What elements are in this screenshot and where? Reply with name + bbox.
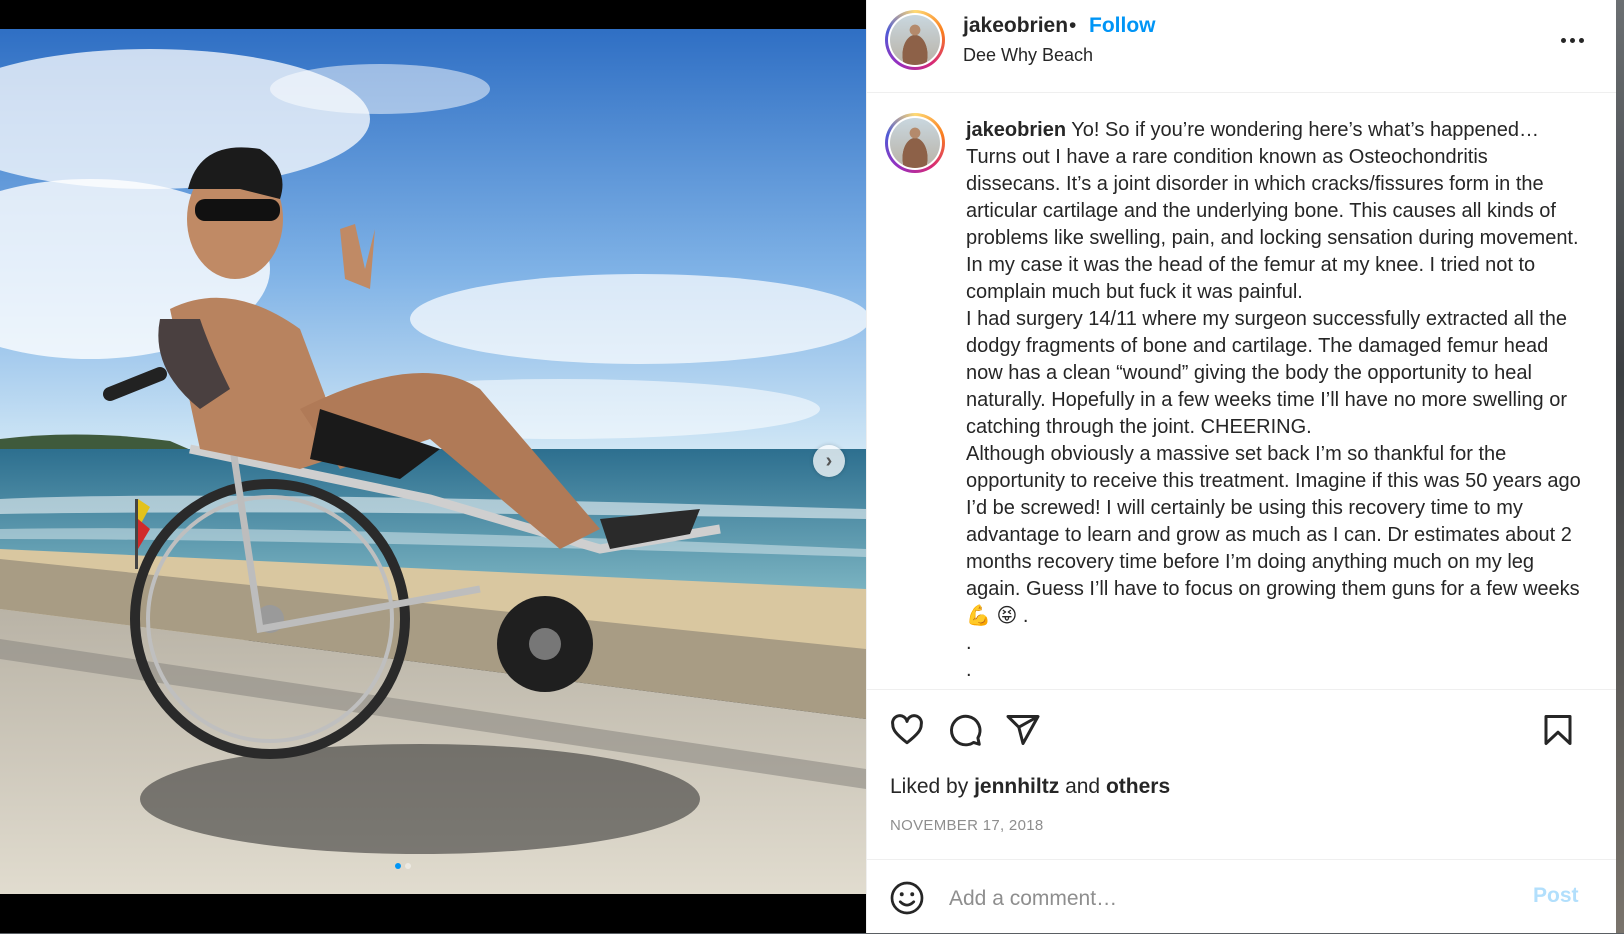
comment-icon[interactable] [947,712,983,748]
chevron-right-icon: › [825,449,833,472]
follow-button[interactable]: Follow [1089,14,1156,38]
likes-prefix: Liked by [890,775,975,798]
post-actions: Liked by jennhiltz and others NOVEMBER 1… [867,689,1616,860]
post-header: jakeobrien • Follow Dee Why Beach [867,0,1616,93]
caption-section: jakeobrien Yo! So if you’re wondering he… [867,93,1616,689]
post-media: › [0,0,866,933]
beach-wheelchair-photo [0,29,866,894]
post-date[interactable]: NOVEMBER 17, 2018 [890,817,1044,834]
post-side-panel: jakeobrien • Follow Dee Why Beach jakeob… [866,0,1616,933]
likes-middle: and [1059,775,1106,798]
avatar-frame [888,13,942,67]
liked-by-others[interactable]: others [1106,775,1170,798]
more-horizontal-icon[interactable] [1557,25,1587,55]
post-comment-button[interactable]: Post [1533,884,1579,908]
avatar-image [890,15,940,65]
post-location[interactable]: Dee Why Beach [963,45,1093,66]
bookmark-icon[interactable] [1540,712,1576,748]
smiley-icon[interactable] [889,880,925,916]
comment-input[interactable] [947,882,1511,916]
caption-avatar[interactable] [885,113,945,173]
page-backdrop [1615,0,1624,933]
post-photo[interactable] [0,29,866,894]
caption-text: Yo! So if you’re wondering here’s what’s… [966,119,1581,681]
send-icon[interactable] [1005,712,1041,748]
heart-icon[interactable] [889,712,925,748]
author-username[interactable]: jakeobrien [963,14,1068,38]
avatar-image [890,118,940,168]
carousel-dot [405,863,411,869]
avatar-frame [888,116,942,170]
carousel-indicator [395,863,411,869]
next-photo-button[interactable]: › [813,445,845,477]
caption-username[interactable]: jakeobrien [966,119,1066,141]
comment-composer: Post [867,859,1616,934]
likes-summary: Liked by jennhiltz and others [890,775,1170,799]
header-separator: • [1069,14,1077,37]
author-avatar[interactable] [885,10,945,70]
liked-by-user[interactable]: jennhiltz [974,775,1059,798]
carousel-dot-active [395,863,401,869]
post-caption: jakeobrien Yo! So if you’re wondering he… [966,117,1586,684]
